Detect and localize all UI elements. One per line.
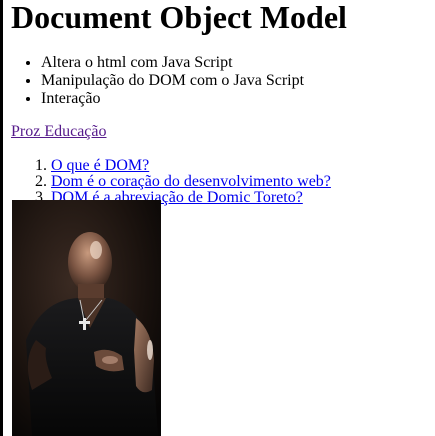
man-photo xyxy=(12,200,161,436)
proz-educacao-link[interactable]: Proz Educação xyxy=(11,123,431,141)
page-heading: Document Object Model xyxy=(11,0,347,35)
man-photo-illustration xyxy=(12,200,161,436)
question-item: Dom é o coração do desenvolvimento web? xyxy=(51,174,431,190)
feature-item: Manipulação do DOM com o Java Script xyxy=(41,72,431,90)
questions-list: O que é DOM? Dom é o coração do desenvol… xyxy=(11,158,431,206)
feature-item: Altera o html com Java Script xyxy=(41,54,431,72)
question-item: O que é DOM? xyxy=(51,158,431,174)
left-border xyxy=(0,0,3,436)
question-link-what-is-dom[interactable]: O que é DOM? xyxy=(51,157,149,174)
feature-item: Interação xyxy=(41,90,431,108)
question-link-dom-heart-of-web[interactable]: Dom é o coração do desenvolvimento web? xyxy=(51,173,331,190)
features-list: Altera o html com Java Script Manipulaçã… xyxy=(11,54,431,108)
page-content: Document Object Model Altera o html com … xyxy=(11,0,431,206)
